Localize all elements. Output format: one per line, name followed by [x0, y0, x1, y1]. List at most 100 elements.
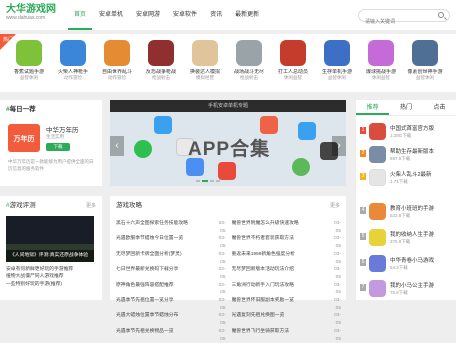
- logo-title: 大华游戏网: [6, 4, 56, 15]
- app-item[interactable]: 战场战斗无尽 枪战射击: [226, 40, 272, 81]
- more-link[interactable]: 更多: [86, 202, 96, 209]
- app-item[interactable]: 火柴人神枪手 动作冒险: [50, 40, 96, 81]
- carousel-dot[interactable]: [210, 180, 214, 182]
- list-item[interactable]: 七日世界最新兑换码下载分享 03-05: [116, 266, 226, 281]
- list-item-date: 03-05: [334, 251, 341, 265]
- rank-item[interactable]: 3 火柴人乱斗2最新 1.71下载: [360, 168, 454, 188]
- nav-android-online[interactable]: 安卓网游: [130, 0, 166, 30]
- list-item[interactable]: 无尽梦回新卡牌全面分析(梦灵) 03-05: [116, 251, 226, 266]
- chevron-right-icon[interactable]: ›: [332, 136, 346, 156]
- list-item[interactable]: 三角洲行动新手入门玩法攻略 03-05: [232, 282, 342, 297]
- app-icon: [369, 255, 386, 272]
- list-item[interactable]: 光遇复刻先祖兑换图一览 03-05: [232, 312, 342, 327]
- nav-android-software[interactable]: 安卓软件: [167, 0, 203, 30]
- list-item[interactable]: 光遇季节先祖位置一览分享 03-05: [116, 297, 226, 312]
- download-button[interactable]: 下载: [46, 143, 70, 151]
- carousel-dot[interactable]: [196, 180, 200, 182]
- review-list: 安卓有何新鲜更好玩的手游推荐 植物大战僵尸同人游戏推荐 一些特别好玩的手游(推荐…: [6, 266, 94, 288]
- nav-android-single[interactable]: 安卓单机: [93, 0, 129, 30]
- tab-hot[interactable]: 热门: [389, 100, 422, 115]
- nav-home[interactable]: 首页: [68, 0, 93, 30]
- app-item[interactable]: 打工人总动员 休闲益智: [270, 40, 316, 81]
- list-item[interactable]: 原神角色最强阵容搭配推荐 03-05: [116, 282, 226, 297]
- list-item[interactable]: 魔兽世界不朽者套装获取方法 03-05: [232, 235, 342, 250]
- app-icon: [368, 40, 394, 66]
- rank-item[interactable]: 1 中国式首富官方版 1.28G下载: [360, 122, 454, 142]
- nav-latest[interactable]: 最新更新: [229, 0, 265, 30]
- list-item-title: 植物大战僵尸同人游戏推荐: [6, 274, 64, 280]
- list-item[interactable]: 重返未来1999新角色强度分析 03-05: [232, 251, 342, 266]
- search-input[interactable]: [365, 16, 439, 28]
- app-item[interactable]: 反恐战争枪战 枪战射击: [138, 40, 184, 81]
- banner-main-title: APP合集: [188, 139, 271, 160]
- review-video[interactable]: 《人间地狱》评测:真实还原战争体验: [6, 216, 94, 262]
- list-item-title: 魔兽世界附魔怎么升级快速攻略: [231, 221, 299, 226]
- guides-list: 黑石十六声全图探索任务技能攻略 03-05 光遇欧服季节蜡烛今日位置一览 03-05…: [116, 220, 341, 343]
- list-item-title: 无尽梦回新卡牌全面分析(梦灵): [116, 251, 182, 257]
- list-item-title: 黑石十六声全图探索任务技能攻略: [116, 221, 188, 226]
- chevron-left-icon[interactable]: ‹: [110, 136, 124, 156]
- list-item[interactable]: 一些特别好玩的手游(推荐): [6, 281, 94, 288]
- rank-tabs: 推荐 热门 点击: [356, 100, 456, 116]
- rank-item[interactable]: 4 教育小班班的手游 522.8下载: [360, 202, 454, 222]
- list-item[interactable]: 安卓有何新鲜更好玩的手游推荐: [6, 266, 94, 273]
- main-nav: 首页 安卓单机 安卓网游 安卓软件 资讯 最新更新: [68, 0, 266, 30]
- rank-item[interactable]: 2 帮助生存最新版本 697.5下载: [360, 145, 454, 165]
- rank-app-size: 75.8下载: [390, 290, 408, 295]
- guides-panel: 游戏攻略 更多 黑石十六声全图探索任务技能攻略 03-05 光遇欧服季节蜡烛今日位…: [110, 196, 346, 342]
- app-icon: [369, 146, 386, 163]
- list-item-date: 03-05: [334, 221, 341, 234]
- more-link[interactable]: 更多: [330, 202, 340, 209]
- rank-panel: 推荐 热门 点击 1 中国式首富官方版 1.28G下载 2 帮助生存最新版本 697.5…: [356, 100, 456, 300]
- app-icon: [324, 40, 350, 66]
- app-item[interactable]: 爆球挑战手游 休闲益智: [358, 40, 404, 81]
- app-icon-calendar[interactable]: 万年历: [8, 124, 40, 152]
- banner-app-icon: [218, 162, 236, 180]
- rank-number: 7: [360, 284, 366, 291]
- list-item[interactable]: 光遇大蜡烛位置季节蜡烛分布 03-05: [116, 312, 226, 327]
- list-item-title: 无尽梦回新版本活动玩法介绍: [231, 267, 294, 273]
- app-item[interactable]: 香蕉试题手游 益智休闲: [6, 40, 52, 81]
- rank-app-size: 697.5下载: [390, 156, 411, 161]
- nav-news[interactable]: 资讯: [204, 0, 228, 30]
- app-item[interactable]: 换装达人模拟 模拟经营: [182, 40, 228, 81]
- app-category: 益智休闲: [20, 75, 38, 80]
- list-item[interactable]: 黑石十六声全图探索任务技能攻略 03-05: [116, 220, 226, 235]
- rank-app-name: 中国式首富官方版: [390, 126, 435, 132]
- list-item-date: 03-05: [334, 267, 341, 280]
- rank-app-size: 54.3下载: [390, 265, 408, 270]
- tab-clicks[interactable]: 点击: [423, 100, 456, 115]
- daily-recommend-panel: #每日一荐 万年历 中华万年历 生活实用 下载 中华万年历是一款能够为用户提供全…: [0, 100, 102, 186]
- banner-top-title: 手机安卓单机专题: [110, 100, 346, 112]
- review-panel: #游戏评测 更多 《人间地狱》评测:真实还原战争体验 安卓有何新鲜更好玩的手游推…: [0, 196, 102, 300]
- hot-apps-strip: 热门 香蕉试题手游 益智休闲 火柴人神枪手 动作冒险 自由世界乱斗 动作冒险 反恐战争…: [0, 34, 456, 92]
- list-item-date: 03-05: [334, 298, 341, 311]
- list-item[interactable]: 魔兽世界怀旧服副本奖励一览 03-05: [232, 297, 342, 312]
- app-item[interactable]: 生存单机手游 益智休闲: [314, 40, 360, 81]
- list-item[interactable]: 植物大战僵尸同人游戏推荐: [6, 273, 94, 280]
- rank-item[interactable]: 7 我的小马公主手游 75.8下载: [360, 279, 454, 299]
- search-icon[interactable]: [438, 12, 444, 18]
- app-item[interactable]: 自由世界乱斗 动作冒险: [94, 40, 140, 81]
- tab-recommend[interactable]: 推荐: [356, 100, 390, 115]
- app-icon: [16, 40, 42, 66]
- rank-app-size: 375.8下载: [390, 239, 411, 244]
- list-item[interactable]: 魔兽世界附魔怎么升级快速攻略 03-05: [232, 220, 342, 235]
- list-item[interactable]: 魔兽世界飞行坐骑获取方法 03-05: [232, 328, 342, 343]
- app-item[interactable]: 像素创世神手游 益智休闲: [402, 40, 448, 81]
- list-item[interactable]: 无尽梦回新版本活动玩法介绍 03-05: [232, 266, 342, 281]
- list-item-title: 光遇复刻先祖兑换图一览: [231, 313, 285, 319]
- banner-app-icon: [154, 116, 172, 134]
- rank-item[interactable]: 6 中华青卷小马游戏 54.3下载: [360, 254, 454, 274]
- list-item-date: 03-05: [334, 313, 341, 327]
- banner-carousel[interactable]: 手机安卓单机专题 APP合集 ‹ ›: [110, 100, 346, 186]
- recommend-app-name[interactable]: 中华万年历: [46, 124, 79, 134]
- rank-number: 2: [360, 150, 366, 157]
- list-item-date: 03-05: [218, 236, 226, 250]
- carousel-dot[interactable]: [216, 180, 220, 182]
- rank-item[interactable]: 5 我的收纳人生手游 375.8下载: [360, 228, 454, 248]
- list-item[interactable]: 光遇欧服季节蜡烛今日位置一览 03-05: [116, 235, 226, 250]
- site-logo[interactable]: 大华游戏网 www.dahuax.com: [6, 4, 56, 22]
- list-item[interactable]: 光遇季节先祖兑换物品一览 03-05: [116, 328, 226, 343]
- carousel-dot-active[interactable]: [202, 180, 208, 182]
